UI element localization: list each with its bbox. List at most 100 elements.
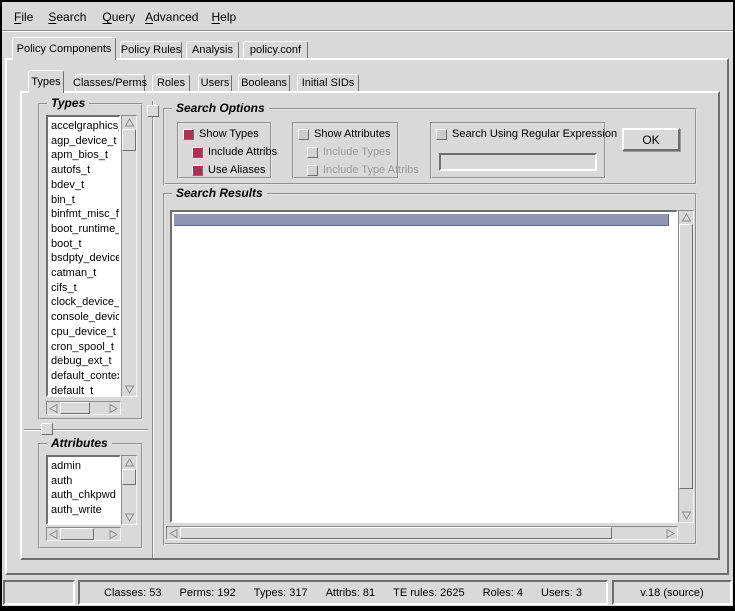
horizontal-sash-handle[interactable] <box>41 423 53 435</box>
types-list-item[interactable]: accelgraphics_e <box>51 119 119 134</box>
scroll-thumb[interactable] <box>60 402 90 414</box>
types-list-item[interactable]: clock_device_t <box>51 295 119 310</box>
checkbox-label: Include Attribs <box>208 146 277 158</box>
scroll-track[interactable] <box>679 224 693 509</box>
checkbox-label: Show Types <box>199 128 259 140</box>
checkbox-indicator <box>192 147 203 158</box>
ok-button[interactable]: OK <box>622 128 680 151</box>
checkbox-regex[interactable]: Search Using Regular Expression <box>436 127 617 141</box>
attributes-hscrollbar[interactable] <box>46 527 121 541</box>
types-list-item[interactable]: boot_runtime_t <box>51 222 119 237</box>
types-list-item[interactable]: bsdpty_device_ <box>51 251 119 266</box>
scroll-down-icon[interactable] <box>122 383 136 396</box>
scroll-left-icon[interactable] <box>167 527 180 539</box>
scroll-track[interactable] <box>180 527 664 539</box>
scroll-track[interactable] <box>122 129 136 383</box>
menu-query[interactable]: Query <box>102 6 135 28</box>
attributes-list-item[interactable]: auth <box>51 474 119 489</box>
types-list-item[interactable]: console_device <box>51 310 119 325</box>
scroll-thumb[interactable] <box>60 528 94 540</box>
checkbox-include-types[interactable]: Include Types <box>307 145 391 159</box>
attributes-vscrollbar[interactable] <box>121 455 137 525</box>
types-list-item[interactable]: autofs_t <box>51 163 119 178</box>
scroll-thumb[interactable] <box>679 224 693 489</box>
types-list-item[interactable]: bdev_t <box>51 178 119 193</box>
vertical-sash-handle[interactable] <box>147 105 159 117</box>
scroll-down-icon[interactable] <box>122 511 136 524</box>
results-hscrollbar[interactable] <box>166 526 678 540</box>
types-list-item[interactable]: binfmt_misc_fs <box>51 207 119 222</box>
types-group-title: Types <box>47 96 89 110</box>
checkbox-show-attributes[interactable]: Show Attributes <box>298 127 390 141</box>
checkbox-include-attribs[interactable]: Include Attribs <box>192 145 277 159</box>
menu-file[interactable]: File <box>14 6 33 28</box>
scroll-up-icon[interactable] <box>679 211 693 224</box>
checkbox-include-type-attribs[interactable]: Include Type Attribs <box>307 163 419 177</box>
types-list-item[interactable]: cifs_t <box>51 281 119 296</box>
scroll-right-icon[interactable] <box>107 402 120 414</box>
scroll-thumb[interactable] <box>180 527 612 539</box>
menu-advanced[interactable]: Advanced <box>145 6 198 28</box>
types-hscrollbar[interactable] <box>46 401 121 415</box>
menu-search[interactable]: Search <box>48 6 86 28</box>
types-list-item[interactable]: apm_bios_t <box>51 148 119 163</box>
attributes-list-item[interactable]: auth_chkpwd <box>51 488 119 503</box>
search-results-textarea[interactable] <box>170 210 678 523</box>
scroll-track[interactable] <box>60 528 107 540</box>
checkbox-indicator <box>298 129 309 140</box>
types-list-item[interactable]: catman_t <box>51 266 119 281</box>
checkbox-show-types[interactable]: Show Types <box>183 127 259 141</box>
types-listbox[interactable]: accelgraphics_eagp_device_tapm_bios_taut… <box>46 115 121 397</box>
tab-analysis[interactable]: Analysis <box>186 41 239 58</box>
checkbox-label: Include Type Attribs <box>323 164 419 176</box>
types-list-item[interactable]: default_t <box>51 384 119 397</box>
status-stat: Classes: 53 <box>104 587 161 599</box>
checkbox-use-aliases[interactable]: Use Aliases <box>192 163 265 177</box>
scroll-track[interactable] <box>60 402 107 414</box>
tab-classes-perms[interactable]: Classes/Perms <box>75 74 145 91</box>
scroll-thumb[interactable] <box>122 129 136 151</box>
tab-policy-conf[interactable]: policy.conf <box>243 41 308 58</box>
types-list-item[interactable]: agp_device_t <box>51 134 119 149</box>
scroll-down-icon[interactable] <box>679 509 693 522</box>
checkbox-label: Use Aliases <box>208 164 265 176</box>
tab-roles[interactable]: Roles <box>152 74 190 91</box>
tab-policy-rules[interactable]: Policy Rules <box>120 41 182 58</box>
scroll-up-icon[interactable] <box>122 456 136 469</box>
tab-types[interactable]: Types <box>28 70 64 93</box>
results-vscrollbar[interactable] <box>678 210 694 523</box>
tab-initial-sids[interactable]: Initial SIDs <box>297 74 359 91</box>
status-version: v.18 (source) <box>612 580 732 605</box>
checkbox-label: Show Attributes <box>314 128 390 140</box>
types-list-item[interactable]: cpu_device_t <box>51 325 119 340</box>
scroll-left-icon[interactable] <box>47 528 60 540</box>
types-list-item[interactable]: boot_t <box>51 237 119 252</box>
scroll-right-icon[interactable] <box>107 528 120 540</box>
scroll-track[interactable] <box>122 469 136 511</box>
menu-bar: File Search Query Advanced Help <box>2 4 733 31</box>
scroll-left-icon[interactable] <box>47 402 60 414</box>
status-stat: Attribs: 81 <box>326 587 376 599</box>
checkbox-indicator <box>183 129 194 140</box>
attributes-list-item[interactable]: auth_write <box>51 503 119 518</box>
regex-input[interactable] <box>439 153 597 171</box>
search-options-groupbox: Search Options Show Types Include Attrib… <box>163 108 697 185</box>
checkbox-indicator <box>307 147 318 158</box>
menu-help[interactable]: Help <box>211 6 236 28</box>
selection-highlight <box>174 214 669 226</box>
tab-users[interactable]: Users <box>198 74 232 91</box>
types-list-item[interactable]: cron_spool_t <box>51 340 119 355</box>
scroll-up-icon[interactable] <box>122 116 136 129</box>
scroll-thumb[interactable] <box>122 469 136 485</box>
version-label: v.18 (source) <box>640 587 703 599</box>
attributes-list-item[interactable]: admin <box>51 459 119 474</box>
scroll-right-icon[interactable] <box>664 527 677 539</box>
types-vscrollbar[interactable] <box>121 115 137 397</box>
types-list-item[interactable]: bin_t <box>51 193 119 208</box>
types-groupbox: Types accelgraphics_eagp_device_tapm_bio… <box>38 103 143 420</box>
types-list-item[interactable]: debug_ext_t <box>51 354 119 369</box>
types-list-item[interactable]: default_context <box>51 369 119 384</box>
tab-policy-components[interactable]: Policy Components <box>12 37 116 60</box>
attributes-listbox[interactable]: adminauthauth_chkpwdauth_write <box>46 455 121 525</box>
tab-booleans[interactable]: Booleans <box>238 74 290 91</box>
